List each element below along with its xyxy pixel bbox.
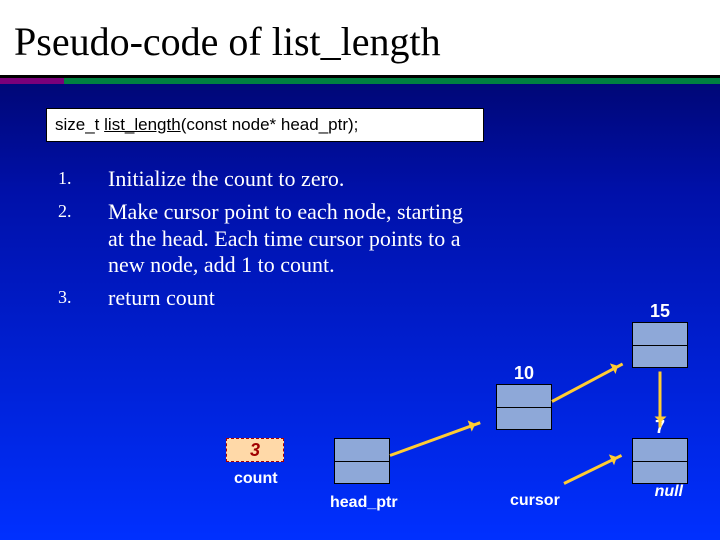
accent-bar <box>0 78 720 84</box>
node-value-10: 10 <box>497 363 551 384</box>
pseudocode-steps: Initialize the count to zero. Make curso… <box>58 166 478 312</box>
node-value-15: 15 <box>633 301 687 322</box>
sig-function-name: list_length <box>104 115 181 134</box>
accent-purple <box>0 78 64 84</box>
node-null-label: null <box>655 483 683 501</box>
node-10: 10 <box>496 384 552 430</box>
arrow-3 <box>659 372 662 428</box>
node-7: 7 null <box>632 438 688 484</box>
step-1: Initialize the count to zero. <box>58 166 478 193</box>
arrow-1 <box>389 421 480 457</box>
sig-return-type: size_t <box>55 115 104 134</box>
node-head <box>334 438 390 484</box>
count-value-box: 3 <box>226 438 284 462</box>
step-2: Make cursor point to each node, starting… <box>58 199 478 279</box>
node-15: 15 <box>632 322 688 368</box>
arrow-2 <box>551 363 623 403</box>
slide-title: Pseudo-code of list_length <box>0 0 720 78</box>
label-head-ptr: head_ptr <box>330 494 398 512</box>
step-3: return count <box>58 285 478 312</box>
function-signature: size_t list_length(const node* head_ptr)… <box>46 108 484 142</box>
label-cursor: cursor <box>510 492 560 510</box>
label-count: count <box>234 470 278 488</box>
sig-arguments: (const node* head_ptr); <box>181 115 359 134</box>
accent-green <box>64 78 720 84</box>
cursor-arrow <box>563 454 622 485</box>
